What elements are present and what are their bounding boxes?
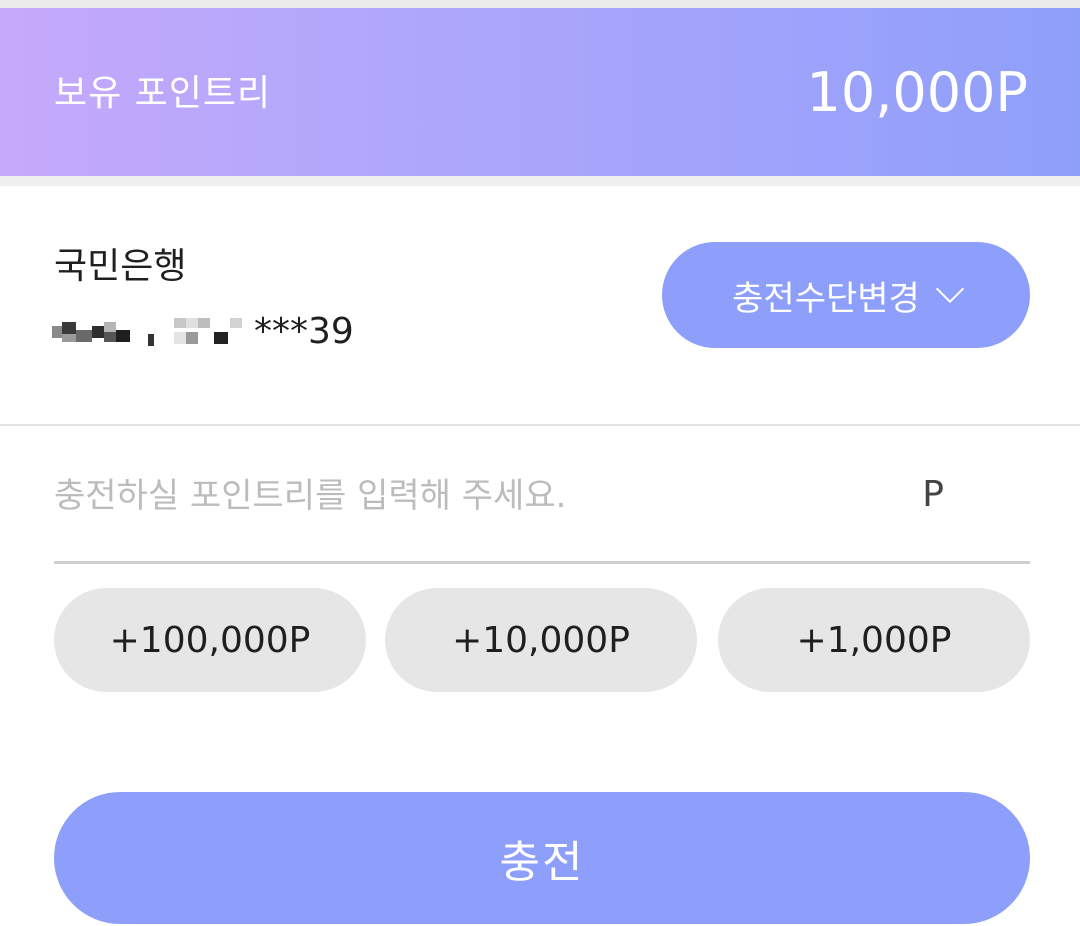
- section-divider: [0, 176, 1080, 186]
- charge-amount-row: P: [54, 452, 1030, 564]
- chevron-down-icon: [935, 274, 964, 304]
- points-label: 보유 포인트리: [54, 73, 272, 114]
- add-100000-button[interactable]: +100,000P: [54, 588, 366, 692]
- account-number-suffix: ***39: [254, 311, 354, 352]
- add-10000-button[interactable]: +10,000P: [385, 588, 697, 692]
- add-1000-button[interactable]: +1,000P: [718, 588, 1030, 692]
- change-payment-method-button[interactable]: 충전수단변경: [662, 242, 1030, 348]
- top-strip: [0, 0, 1080, 8]
- charge-button[interactable]: 충전: [54, 792, 1030, 924]
- account-number-mosaic: [52, 312, 250, 352]
- bank-name: 국민은행: [54, 246, 187, 287]
- points-header: 보유 포인트리 10,000P: [0, 8, 1080, 176]
- account-number: ***39: [52, 310, 354, 354]
- point-unit-label: P: [922, 474, 944, 515]
- content-divider: [0, 424, 1080, 426]
- charge-amount-input[interactable]: [54, 466, 874, 526]
- change-payment-method-label: 충전수단변경: [732, 278, 920, 319]
- points-balance: 10,000P: [806, 61, 1028, 124]
- charge-screen: 보유 포인트리 10,000P 국민은행 ***39 충전수단변경 충전하실 포…: [0, 0, 1080, 926]
